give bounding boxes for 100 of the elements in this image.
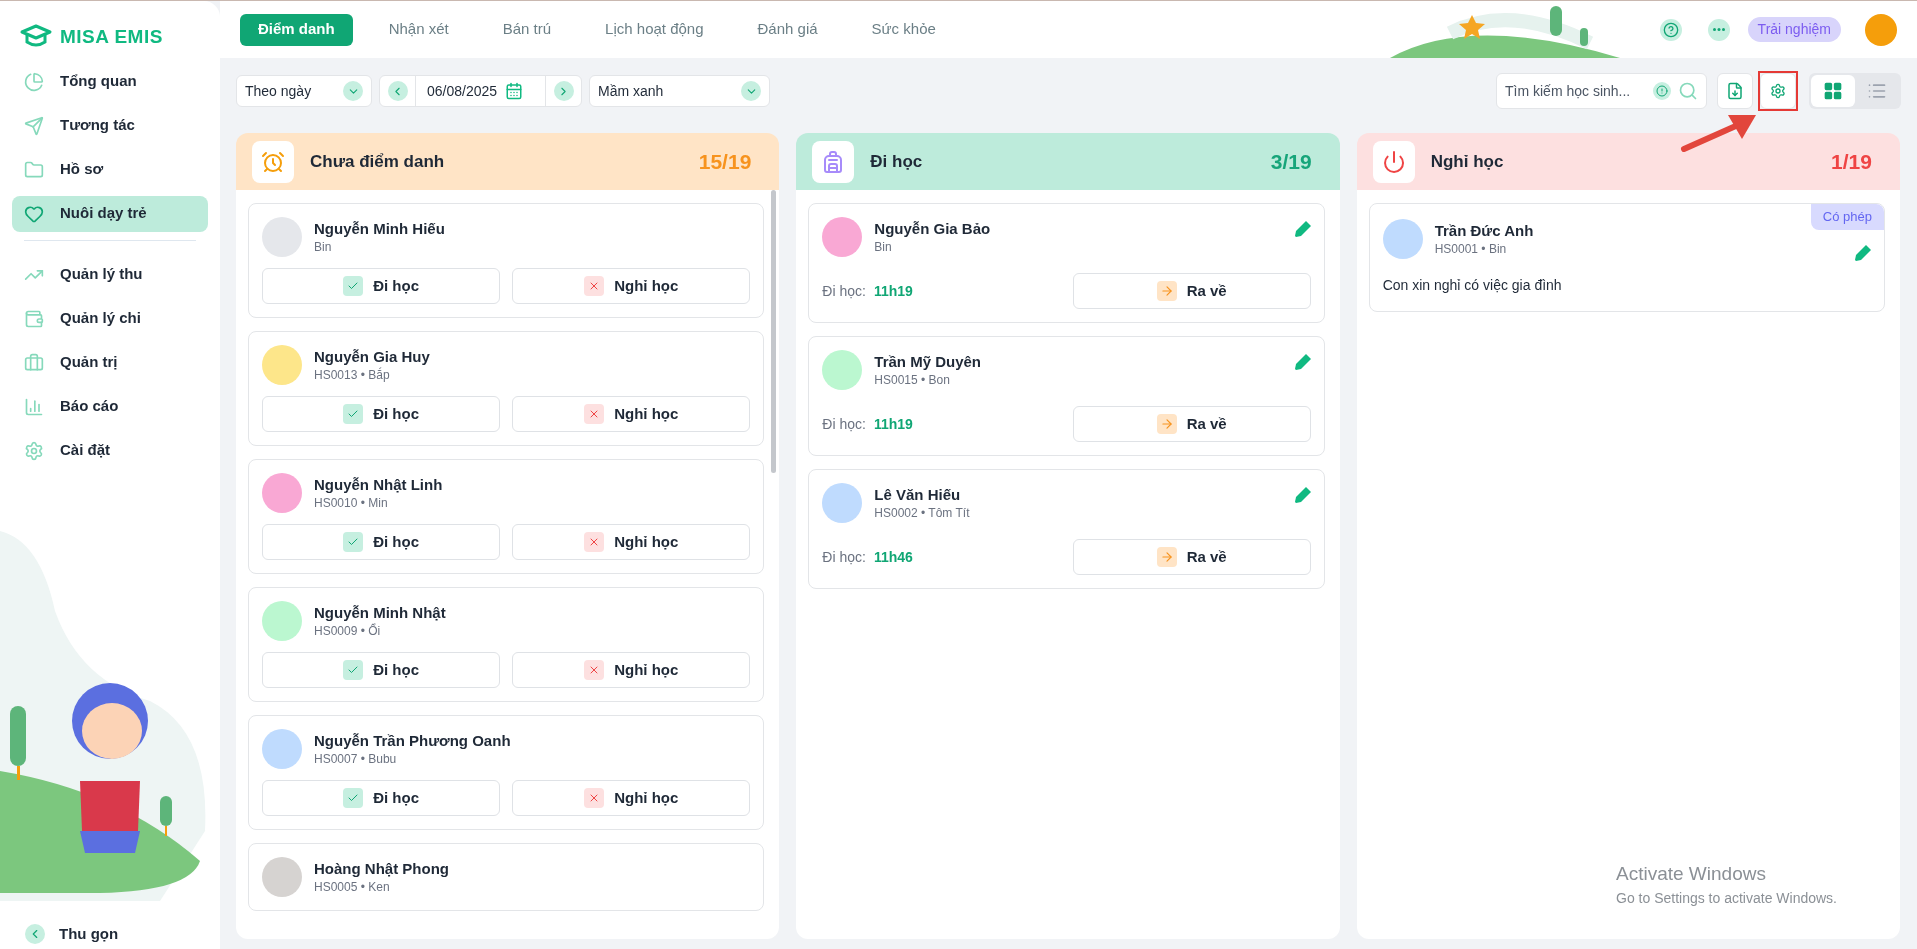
scrollbar[interactable] <box>771 190 777 473</box>
column-title: Đi học <box>870 150 923 173</box>
absent-button[interactable]: Nghỉ học <box>512 524 751 560</box>
absent-button[interactable]: Nghỉ học <box>512 268 751 304</box>
present-button[interactable]: Đi học <box>262 524 501 560</box>
avatar <box>262 601 302 641</box>
student-name: Nguyễn Minh Nhật <box>314 603 446 623</box>
cross-icon <box>584 532 605 552</box>
tab[interactable]: Bán trú <box>484 13 570 46</box>
cross-icon <box>584 660 605 680</box>
chevron-left-icon <box>25 924 45 944</box>
absence-reason: Con xin nghỉ có việc gia đình <box>1382 276 1563 295</box>
present-button[interactable]: Đi học <box>262 268 501 304</box>
avatar <box>262 857 302 897</box>
present-button[interactable]: Đi học <box>262 396 501 432</box>
class-select[interactable]: Mầm xanh <box>589 75 770 107</box>
student-code: HS0015 • Bon <box>874 372 951 388</box>
export-button[interactable] <box>1717 73 1753 109</box>
check-in-label: Đi học: <box>822 414 866 434</box>
student-name: Nguyễn Gia Bảo <box>874 219 991 239</box>
avatar <box>262 345 302 385</box>
student-code: Bin <box>314 239 333 255</box>
student-code: HS0009 • Ổi <box>314 623 382 639</box>
pencil-icon <box>1294 221 1311 237</box>
present-button[interactable]: Đi học <box>262 652 501 688</box>
check-out-button[interactable]: Ra về <box>1072 273 1311 309</box>
user-avatar[interactable] <box>1865 13 1897 46</box>
sidebar-item[interactable]: Quản lý thu <box>12 256 208 293</box>
avatar <box>822 483 863 523</box>
student-code: HS0005 • Ken <box>314 879 391 895</box>
sidebar-item[interactable]: Cài đặt <box>12 432 208 469</box>
check-in-time: 11h19 <box>873 281 913 301</box>
sidebar-item[interactable]: Hồ sơ <box>12 151 208 188</box>
avatar <box>262 729 302 769</box>
student-name: Lê Văn Hiếu <box>874 485 962 505</box>
logo-text: MISA EMIS <box>60 25 163 49</box>
date-picker[interactable]: 06/08/2025 <box>379 75 582 107</box>
activation-title: Activate Windows <box>1616 861 1767 886</box>
present-button[interactable]: Đi học <box>262 780 501 816</box>
pencil-icon <box>1855 245 1871 261</box>
avatar <box>822 217 863 257</box>
previous-day-button[interactable] <box>387 81 408 101</box>
chevron-down-icon <box>343 81 363 101</box>
student-name: Hoàng Nhật Phong <box>314 859 449 879</box>
sidebar-item[interactable]: Nuôi dạy trẻ <box>12 195 208 232</box>
student-code: Bin <box>874 239 893 255</box>
check-out-button[interactable]: Ra về <box>1072 539 1311 575</box>
permission-badge: Có phép <box>1810 204 1884 230</box>
avatar <box>1382 219 1423 259</box>
period-select[interactable]: Theo ngày <box>236 75 372 107</box>
list-icon <box>1867 81 1887 101</box>
tab[interactable]: Lịch hoạt động <box>587 13 722 46</box>
avatar <box>822 350 863 390</box>
search-field[interactable]: Tìm kiếm học sinh... <box>1496 73 1707 109</box>
check-in-time: 11h46 <box>873 547 913 567</box>
column-count: 3/19 <box>1270 148 1312 175</box>
check-in-time: 11h19 <box>873 414 913 434</box>
tab[interactable]: Đánh giá <box>739 13 836 46</box>
column-title: Chưa điểm danh <box>310 150 445 173</box>
next-day-button[interactable] <box>553 81 574 101</box>
tab[interactable]: Nhận xét <box>370 13 467 46</box>
absent-button[interactable]: Nghỉ học <box>512 780 751 816</box>
settings-icon <box>24 440 44 461</box>
sidebar-item[interactable]: Tương tác <box>12 107 208 144</box>
check-icon <box>343 276 364 296</box>
cross-icon <box>584 788 605 808</box>
sidebar-item[interactable]: Tổng quan <box>12 63 208 100</box>
grid-view-button[interactable] <box>1811 75 1855 107</box>
sidebar-item[interactable]: Quản trị <box>12 344 208 381</box>
column-count: 15/19 <box>698 148 752 175</box>
more-button[interactable] <box>1707 18 1730 41</box>
pencil-icon <box>1294 487 1311 503</box>
date-value: 06/08/2025 <box>427 81 498 101</box>
briefcase-icon <box>24 352 44 373</box>
student-code: HS0013 • Bắp <box>314 367 391 383</box>
help-button[interactable] <box>1659 18 1682 41</box>
sidebar-item[interactable]: Quản lý chi <box>12 300 208 337</box>
tab[interactable]: Sức khỏe <box>853 13 954 46</box>
heart-icon <box>24 203 44 224</box>
settings-button[interactable] <box>1760 73 1796 109</box>
pie-chart-icon <box>24 71 44 92</box>
column-title: Nghỉ học <box>1430 150 1504 173</box>
settings-icon <box>1770 83 1786 99</box>
edit-button[interactable] <box>1294 487 1311 503</box>
calendar-icon <box>505 82 524 100</box>
collapse-button[interactable]: Thu gọn <box>25 921 119 947</box>
edit-button[interactable] <box>1294 354 1311 370</box>
student-code: HS0010 • Min <box>314 495 389 511</box>
avatar <box>262 217 302 257</box>
check-out-button[interactable]: Ra về <box>1072 406 1311 442</box>
sidebar-item[interactable]: Báo cáo <box>12 388 208 425</box>
absent-button[interactable]: Nghỉ học <box>512 396 751 432</box>
edit-button[interactable] <box>1855 245 1871 261</box>
absent-button[interactable]: Nghỉ học <box>512 652 751 688</box>
file-download-icon <box>1726 82 1744 100</box>
student-code: HS0001 • Bin <box>1434 241 1508 257</box>
check-in-label: Đi học: <box>822 281 866 301</box>
edit-button[interactable] <box>1294 221 1311 237</box>
backpack-icon <box>812 140 855 183</box>
search-icon <box>1678 81 1698 101</box>
